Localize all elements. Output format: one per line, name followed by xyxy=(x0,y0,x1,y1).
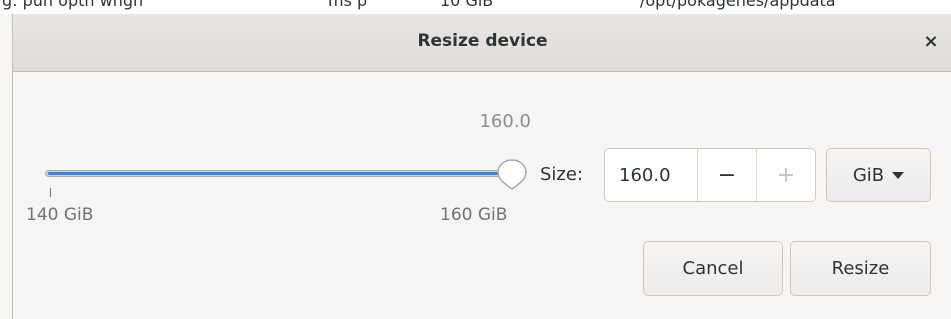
unit-dropdown[interactable]: GiB xyxy=(826,148,931,202)
slider-handle-icon xyxy=(497,159,527,190)
chevron-down-icon xyxy=(892,171,905,179)
unit-label: GiB xyxy=(852,164,885,186)
size-slider-handle[interactable] xyxy=(496,158,528,190)
slider-min-tick xyxy=(50,188,51,197)
background-text: g: pun optn wngn xyxy=(2,0,144,10)
close-icon: × xyxy=(923,30,939,52)
size-slider-fill xyxy=(48,172,502,175)
resize-button[interactable]: Resize xyxy=(790,241,931,296)
background-window: g: pun optn wngn ms p 10 GiB /opt/pokage… xyxy=(0,0,951,14)
background-text: /opt/pokagenes/appdata xyxy=(640,0,836,10)
size-spinbutton: − + xyxy=(604,148,816,202)
slider-value-label: 160.0 xyxy=(479,111,531,132)
dialog-titlebar: Resize device × xyxy=(13,14,951,72)
slider-min-label: 140 GiB xyxy=(26,205,94,225)
size-label: Size: xyxy=(540,164,584,185)
size-input[interactable] xyxy=(605,149,697,201)
size-slider-track[interactable] xyxy=(45,170,505,177)
slider-max-label: 160 GiB xyxy=(440,205,508,225)
background-text: 10 GiB xyxy=(440,0,494,10)
cancel-label: Cancel xyxy=(682,258,744,279)
background-text: ms p xyxy=(328,0,368,10)
decrement-button[interactable]: − xyxy=(697,149,756,201)
dialog-title: Resize device xyxy=(417,31,548,51)
increment-button[interactable]: + xyxy=(756,149,815,201)
resize-label: Resize xyxy=(831,258,890,279)
close-button[interactable]: × xyxy=(918,28,944,54)
cancel-button[interactable]: Cancel xyxy=(643,241,783,296)
plus-icon: + xyxy=(776,162,796,188)
minus-icon: − xyxy=(717,162,737,188)
